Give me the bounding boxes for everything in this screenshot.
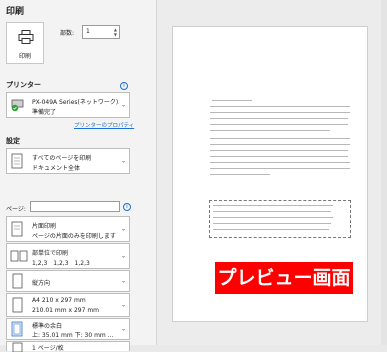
paper-size-value: A4 210 x 297 mm: [32, 297, 86, 304]
margins-select[interactable]: 標準の余白 上: 35.01 mm 下: 30 mm ... ⌄: [6, 318, 130, 340]
pages-input[interactable]: [30, 201, 120, 212]
printer-icon: [18, 30, 34, 44]
orientation-select[interactable]: 縦方向 ⌄: [6, 270, 130, 292]
page-range-icon: [11, 153, 23, 169]
preview-dashed-box: [209, 200, 351, 238]
preview-text-line: [210, 118, 348, 119]
printer-properties-link[interactable]: プリンターのプロパティ: [74, 121, 134, 129]
preview-text-line: [210, 162, 350, 163]
pages-info-icon[interactable]: i: [123, 203, 131, 211]
collate-icon: [10, 250, 28, 262]
preview-text-line: [210, 124, 348, 125]
preview-text-line: [210, 144, 350, 145]
printer-status: 準備完了: [32, 109, 57, 116]
duplex-value: 片面印刷: [32, 223, 57, 230]
print-button-label: 印刷: [18, 53, 31, 60]
preview-text-line: [210, 174, 270, 175]
portrait-icon: [12, 273, 23, 289]
pages-label: ページ:: [6, 206, 26, 213]
copies-value: 1: [86, 28, 90, 35]
pages-per-sheet-value: 1 ページ/枚: [32, 345, 64, 352]
printer-status-icon: [11, 99, 24, 112]
chevron-down-icon: ⌄: [120, 157, 126, 165]
page-title: 印刷: [6, 7, 25, 17]
chevron-down-icon: ⌄: [120, 101, 126, 109]
preview-text-line: [210, 168, 350, 169]
collate-value: 部単位で印刷: [32, 250, 69, 257]
settings-section-label: 設定: [6, 137, 20, 145]
print-range-select[interactable]: すべてのページを印刷 ドキュメント全体 ⌄: [6, 148, 130, 174]
chevron-down-icon: ⌄: [120, 301, 126, 309]
paper-size-icon: [12, 297, 23, 313]
collate-select[interactable]: 部単位で印刷 1,2,3 1,2,3 1,2,3 ⌄: [6, 243, 130, 269]
chevron-down-icon: ⌄: [120, 225, 126, 233]
preview-text-line: [210, 106, 350, 107]
duplex-select[interactable]: 片面印刷 ページの片面のみを印刷します ⌄: [6, 216, 130, 242]
preview-text-line: [210, 112, 350, 113]
print-range-value: すべてのページを印刷: [32, 155, 92, 162]
printer-name: PX-049A Series(ネットワーク)...: [32, 99, 119, 106]
printer-select[interactable]: PX-049A Series(ネットワーク)... 準備完了 ⌄: [6, 92, 130, 118]
orientation-value: 縦方向: [32, 280, 51, 287]
print-button[interactable]: 印刷: [6, 22, 44, 64]
copies-label: 部数:: [60, 30, 75, 37]
chevron-down-icon: ⌄: [120, 252, 126, 260]
margins-desc: 上: 35.01 mm 下: 30 mm ...: [32, 332, 114, 339]
preview-scrollbar[interactable]: [381, 0, 387, 345]
printer-info-icon[interactable]: i: [120, 82, 128, 90]
single-sided-icon: [11, 221, 23, 237]
duplex-desc: ページの片面のみを印刷します: [32, 233, 116, 240]
preview-text-line: [210, 130, 330, 131]
preview-text-line: [212, 100, 252, 101]
preview-text-line: [210, 138, 350, 139]
pages-per-sheet-icon: [12, 342, 23, 352]
preview-text-line: [210, 156, 348, 157]
paper-size-desc: 210.01 mm x 297 mm: [32, 307, 100, 314]
margins-icon: [11, 321, 23, 337]
chevron-down-icon: ⌄: [120, 277, 126, 285]
margins-value: 標準の余白: [32, 323, 63, 330]
printer-section-label: プリンター: [6, 81, 41, 89]
collate-desc: 1,2,3 1,2,3 1,2,3: [32, 260, 90, 267]
chevron-down-icon: ⌄: [120, 325, 126, 333]
preview-overlay-label: プレビュー画面: [215, 262, 353, 294]
preview-text-line: [210, 150, 348, 151]
paper-size-select[interactable]: A4 210 x 297 mm 210.01 mm x 297 mm ⌄: [6, 293, 130, 317]
print-range-desc: ドキュメント全体: [32, 165, 81, 172]
pages-per-sheet-select[interactable]: 1 ページ/枚: [6, 341, 130, 352]
copies-input[interactable]: 1 ▲ ▼: [82, 25, 120, 39]
copies-spinner[interactable]: ▲ ▼: [114, 27, 117, 37]
